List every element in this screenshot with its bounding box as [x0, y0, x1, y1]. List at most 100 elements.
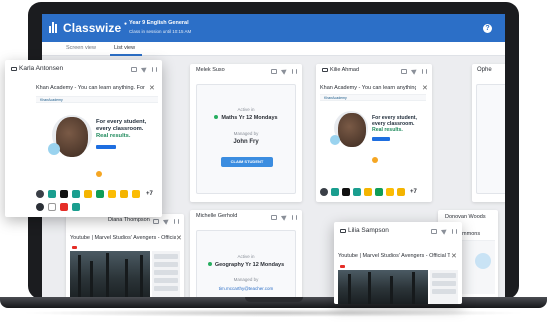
send-icon[interactable] — [440, 227, 449, 235]
send-icon[interactable] — [162, 217, 171, 225]
scene-tree — [106, 253, 109, 297]
more-tabs-count[interactable]: +7 — [410, 189, 417, 195]
student-name: Kilie Ahmad — [322, 67, 359, 73]
card-actions — [401, 67, 427, 75]
active-in-label: Active in — [237, 254, 255, 259]
active-class: Geography Yr 12 Mondays — [197, 262, 295, 268]
class-status: Class in session until 10:15 AM — [129, 29, 192, 34]
student-card-kilie[interactable]: Kilie Ahmad Khan Academy - You can learn… — [316, 64, 432, 202]
current-tab-title: Youtube | Marvel Studios' Avengers - Off… — [338, 253, 450, 259]
pause-icon[interactable] — [152, 66, 157, 72]
send-icon[interactable] — [280, 213, 289, 221]
tagline-line: every classroom. — [96, 126, 144, 132]
student-name-text: Kilie Ahmad — [330, 67, 360, 73]
tagline-line: Real results. — [96, 133, 131, 139]
screen-icon[interactable] — [271, 68, 277, 74]
hero-photo — [56, 117, 88, 157]
hero-cta — [372, 137, 390, 141]
hero-tagline: For every student, every classroom. Real… — [96, 119, 146, 140]
slides-icon[interactable] — [397, 188, 405, 196]
scene-tree — [125, 259, 128, 297]
current-tab-title: Youtube | Marvel Studios' Avengers - Off… — [70, 235, 176, 241]
pause-icon[interactable] — [174, 218, 179, 224]
student-name-text: Lilia Sampson — [348, 227, 389, 234]
screen-thumbnail[interactable] — [459, 240, 495, 294]
card-actions — [131, 65, 157, 73]
screen-thumbnail[interactable] — [70, 245, 180, 297]
close-icon[interactable]: ✕ — [422, 84, 428, 92]
chrome-icon[interactable] — [36, 190, 44, 198]
student-card-lilia[interactable]: Lilia Sampson Youtube | Marvel Studios' … — [334, 222, 462, 304]
scene-tree — [412, 272, 415, 304]
student-card-michelle[interactable]: Michelle Gerhold Active in Geography Yr … — [190, 210, 302, 297]
app-icon[interactable] — [60, 190, 68, 198]
tab-list-view[interactable]: List view — [114, 45, 135, 51]
sheets-icon[interactable] — [375, 188, 383, 196]
yahoo-icon[interactable] — [48, 203, 56, 211]
slides-icon[interactable] — [132, 190, 140, 198]
khan-icon[interactable] — [48, 190, 56, 198]
tagline-line: Real results. — [372, 127, 403, 133]
youtube-icon[interactable] — [60, 203, 68, 211]
pause-icon[interactable] — [292, 214, 297, 220]
student-card-melek[interactable]: Melek Suso Active in Maths Yr 12 Mondays… — [190, 64, 302, 202]
hero-photo — [338, 113, 366, 147]
student-card-karla[interactable]: Karla Antonsen Khan Academy - You can le… — [5, 60, 162, 217]
pause-icon[interactable] — [292, 68, 297, 74]
site-nav: KhanAcademy — [320, 95, 426, 101]
slides-icon[interactable] — [120, 190, 128, 198]
screen-icon[interactable] — [271, 214, 277, 220]
card-header: Kilie Ahmad — [316, 64, 432, 77]
manager-email[interactable]: tim.mccarthy@teacher.com — [197, 286, 295, 291]
chrome-icon[interactable] — [320, 188, 328, 196]
pause-icon[interactable] — [452, 228, 457, 234]
screen-thumbnail[interactable]: KhanAcademy For every student, every cla… — [320, 94, 426, 172]
help-icon[interactable]: ? — [483, 24, 492, 33]
student-card-ophe[interactable]: Ophe — [472, 64, 505, 202]
laptop-icon — [322, 68, 328, 72]
drive-icon[interactable] — [364, 188, 372, 196]
class-name[interactable]: Year 9 English General — [129, 20, 189, 26]
active-in-label: Active in — [237, 107, 255, 112]
screen-icon[interactable] — [153, 218, 159, 224]
scene-tree — [348, 274, 351, 304]
laptop-icon — [340, 229, 346, 233]
open-tabs-strip-secondary — [36, 202, 80, 212]
khan-icon[interactable] — [353, 188, 361, 196]
screen-thumbnail[interactable]: KhanAcademy For every student, every cla… — [36, 96, 158, 184]
screen-icon[interactable] — [131, 66, 137, 72]
khan-icon[interactable] — [331, 188, 339, 196]
brand-name: Classwize — [63, 21, 122, 35]
drive-icon[interactable] — [84, 190, 92, 198]
scene-tree — [78, 255, 81, 297]
send-icon[interactable] — [140, 65, 149, 73]
slides-icon[interactable] — [108, 190, 116, 198]
screen-icon[interactable] — [401, 68, 407, 74]
screen-thumbnail[interactable] — [338, 264, 458, 304]
claim-student-button[interactable]: CLAIM STUDENT — [221, 157, 273, 167]
decor-dot — [372, 157, 378, 163]
send-icon[interactable] — [410, 67, 419, 75]
active-class: Maths Yr 12 Mondays — [197, 115, 295, 121]
thumbnail-figure — [475, 253, 491, 269]
khan-icon[interactable] — [72, 190, 80, 198]
screen-icon[interactable] — [431, 228, 437, 234]
related-videos — [430, 270, 458, 304]
close-icon[interactable]: ✕ — [451, 252, 457, 260]
managed-by-label: Managed by — [233, 131, 259, 136]
app-icon[interactable] — [342, 188, 350, 196]
decor-dot — [96, 171, 102, 177]
student-name: Michelle Gerhold — [196, 213, 238, 219]
close-icon[interactable]: ✕ — [176, 234, 182, 242]
tab-screen-view[interactable]: Screen view — [66, 45, 96, 51]
laptop-notch — [245, 297, 303, 302]
managed-by-label: Managed by — [233, 277, 259, 282]
sheets-icon[interactable] — [96, 190, 104, 198]
pause-icon[interactable] — [422, 68, 427, 74]
more-tabs-count[interactable]: +7 — [146, 191, 153, 197]
student-card-diana[interactable]: Diana Thompson Youtube | Marvel Studios'… — [66, 214, 184, 297]
slides-icon[interactable] — [386, 188, 394, 196]
khan-icon[interactable] — [72, 203, 80, 211]
close-icon[interactable]: ✕ — [149, 84, 155, 92]
send-icon[interactable] — [280, 67, 289, 75]
